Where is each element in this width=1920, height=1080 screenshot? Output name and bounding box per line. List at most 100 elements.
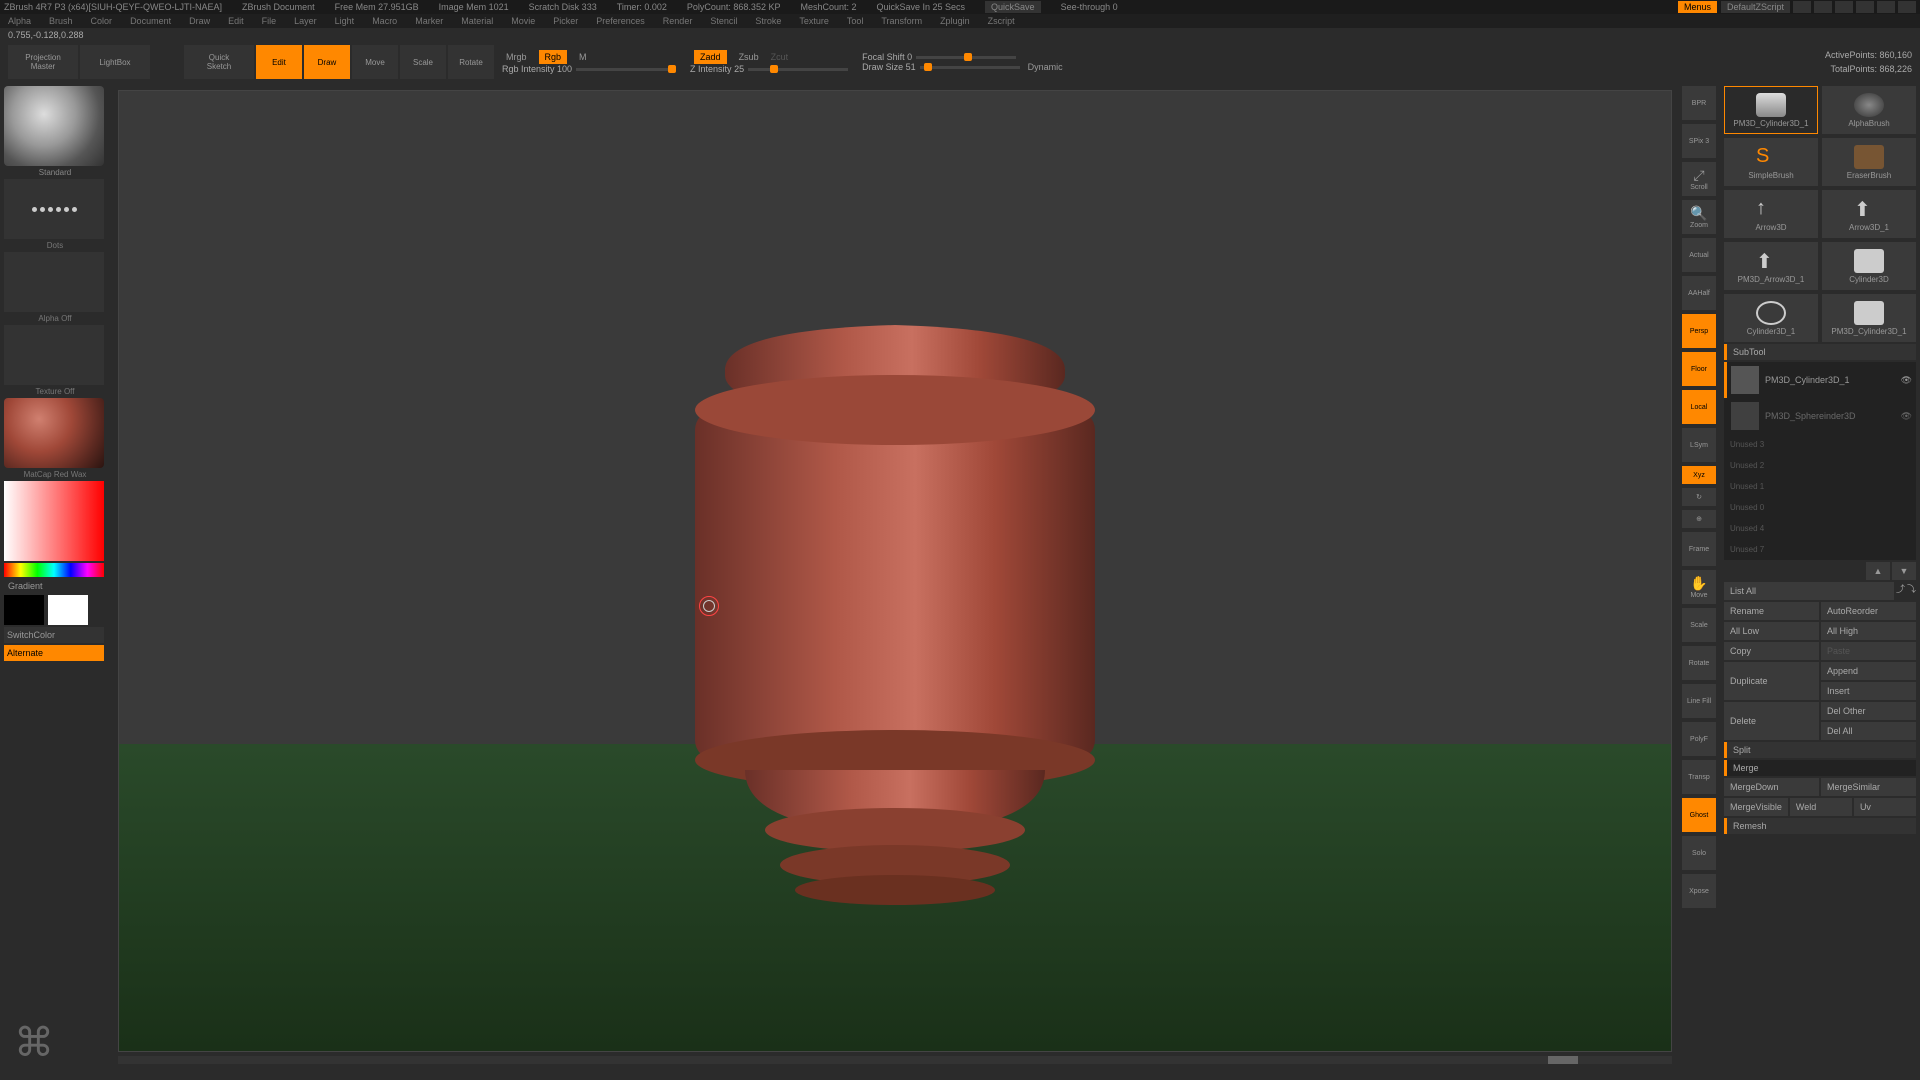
xpose-button[interactable]: Xpose — [1682, 874, 1716, 908]
menu-alpha[interactable]: Alpha — [8, 16, 31, 26]
move-button[interactable]: Move — [352, 45, 398, 79]
copy-button[interactable]: Copy — [1724, 642, 1819, 660]
scale-button[interactable]: Scale — [400, 45, 446, 79]
uv-button[interactable]: Uv — [1854, 798, 1916, 816]
horizontal-scrollbar[interactable] — [118, 1056, 1672, 1064]
eye-icon[interactable]: 👁 — [1901, 411, 1912, 422]
edit-button[interactable]: Edit — [256, 45, 302, 79]
canvas-rotate-button[interactable]: Rotate — [1682, 646, 1716, 680]
z-intensity-label[interactable]: Z Intensity 25 — [690, 64, 744, 74]
tool-thumb-2[interactable]: SSimpleBrush — [1724, 138, 1818, 186]
local-button[interactable]: Local — [1682, 390, 1716, 424]
tool-thumb-7[interactable]: Cylinder3D — [1822, 242, 1916, 290]
rgb-toggle[interactable]: Rgb — [539, 50, 568, 64]
menu-light[interactable]: Light — [335, 16, 355, 26]
draw-size-slider[interactable] — [920, 66, 1020, 69]
default-zscript[interactable]: DefaultZScript — [1721, 1, 1790, 13]
tool-thumb-6[interactable]: ⬆PM3D_Arrow3D_1 — [1724, 242, 1818, 290]
tool-thumb-5[interactable]: ⬆Arrow3D_1 — [1822, 190, 1916, 238]
window-close[interactable] — [1898, 1, 1916, 13]
menu-tool[interactable]: Tool — [847, 16, 864, 26]
remesh-header[interactable]: Remesh — [1724, 818, 1916, 834]
color-picker[interactable] — [4, 481, 104, 561]
move-down-icon[interactable]: ⤵ — [1907, 582, 1916, 600]
menu-stroke[interactable]: Stroke — [755, 16, 781, 26]
tool-thumb-8[interactable]: Cylinder3D_1 — [1724, 294, 1818, 342]
menu-render[interactable]: Render — [663, 16, 693, 26]
window-minimize[interactable] — [1856, 1, 1874, 13]
menu-macro[interactable]: Macro — [372, 16, 397, 26]
menu-edit[interactable]: Edit — [228, 16, 244, 26]
menu-stencil[interactable]: Stencil — [710, 16, 737, 26]
insert-button[interactable]: Insert — [1821, 682, 1916, 700]
zoom-button[interactable]: 🔍Zoom — [1682, 200, 1716, 234]
solo-button[interactable]: Solo — [1682, 836, 1716, 870]
see-through[interactable]: See-through 0 — [1061, 2, 1118, 12]
rotate-button[interactable]: Rotate — [448, 45, 494, 79]
alpha-thumbnail[interactable] — [4, 252, 104, 312]
quicksketch-button[interactable]: Quick Sketch — [184, 45, 254, 79]
menu-zscript[interactable]: Zscript — [988, 16, 1015, 26]
duplicate-button[interactable]: Duplicate — [1724, 662, 1819, 700]
secondary-color-swatch[interactable] — [4, 595, 44, 625]
tool-thumb-0[interactable]: PM3D_Cylinder3D_1 — [1724, 86, 1818, 134]
draw-button[interactable]: Draw — [304, 45, 350, 79]
lsym-button[interactable]: LSym — [1682, 428, 1716, 462]
m-toggle[interactable]: M — [579, 52, 587, 62]
menu-file[interactable]: File — [262, 16, 277, 26]
dynamic-toggle[interactable]: Dynamic — [1028, 62, 1063, 72]
rgb-intensity-label[interactable]: Rgb Intensity 100 — [502, 64, 572, 74]
menu-draw[interactable]: Draw — [189, 16, 210, 26]
canvas-scale-button[interactable]: Scale — [1682, 608, 1716, 642]
rot-y-button[interactable]: ↻ — [1682, 488, 1716, 506]
autoreorder-button[interactable]: AutoReorder — [1821, 602, 1916, 620]
menu-picker[interactable]: Picker — [553, 16, 578, 26]
merge-header[interactable]: Merge — [1724, 760, 1916, 776]
focal-shift-slider[interactable] — [916, 56, 1016, 59]
del-all-button[interactable]: Del All — [1821, 722, 1916, 740]
rot-z-button[interactable]: ⊕ — [1682, 510, 1716, 528]
del-other-button[interactable]: Del Other — [1821, 702, 1916, 720]
switchcolor-button[interactable]: SwitchColor — [4, 627, 104, 643]
paste-button[interactable]: Paste — [1821, 642, 1916, 660]
menu-transform[interactable]: Transform — [881, 16, 922, 26]
viewport[interactable] — [118, 90, 1672, 1052]
lightbox-button[interactable]: LightBox — [80, 45, 150, 79]
tool-thumb-9[interactable]: PM3D_Cylinder3D_1 — [1822, 294, 1916, 342]
subtool-down-icon[interactable]: ▼ — [1892, 562, 1916, 580]
quicksave-button[interactable]: QuickSave — [985, 1, 1041, 13]
window-maximize[interactable] — [1877, 1, 1895, 13]
weld-button[interactable]: Weld — [1790, 798, 1852, 816]
menus-toggle[interactable]: Menus — [1678, 1, 1717, 13]
canvas-move-button[interactable]: ✋Move — [1682, 570, 1716, 604]
linefill-button[interactable]: Line Fill — [1682, 684, 1716, 718]
tool-thumb-3[interactable]: EraserBrush — [1822, 138, 1916, 186]
eye-icon[interactable]: 👁 — [1901, 375, 1912, 386]
rename-button[interactable]: Rename — [1724, 602, 1819, 620]
material-thumbnail[interactable] — [4, 398, 104, 468]
subtool-up-icon[interactable]: ▲ — [1866, 562, 1890, 580]
projection-master-button[interactable]: Projection Master — [8, 45, 78, 79]
list-all-button[interactable]: List All — [1724, 582, 1894, 600]
all-high-button[interactable]: All High — [1821, 622, 1916, 640]
menu-brush[interactable]: Brush — [49, 16, 73, 26]
window-button-3[interactable] — [1835, 1, 1853, 13]
floor-button[interactable]: Floor — [1682, 352, 1716, 386]
scroll-button[interactable]: ⤢Scroll — [1682, 162, 1716, 196]
menu-marker[interactable]: Marker — [415, 16, 443, 26]
tool-thumb-1[interactable]: AlphaBrush — [1822, 86, 1916, 134]
tool-thumb-4[interactable]: ↑Arrow3D — [1724, 190, 1818, 238]
polyf-button[interactable]: PolyF — [1682, 722, 1716, 756]
move-up-icon[interactable]: ⤴ — [1896, 582, 1905, 600]
append-button[interactable]: Append — [1821, 662, 1916, 680]
menu-color[interactable]: Color — [91, 16, 113, 26]
alternate-button[interactable]: Alternate — [4, 645, 104, 661]
subtool-item-1[interactable]: PM3D_Sphereinder3D 👁 — [1724, 398, 1916, 434]
stroke-thumbnail[interactable] — [4, 179, 104, 239]
focal-shift-label[interactable]: Focal Shift 0 — [862, 52, 912, 62]
split-header[interactable]: Split — [1724, 742, 1916, 758]
rgb-intensity-slider[interactable] — [576, 68, 676, 71]
bpr-button[interactable]: BPR — [1682, 86, 1716, 120]
ghost-button[interactable]: Ghost — [1682, 798, 1716, 832]
menu-document[interactable]: Document — [130, 16, 171, 26]
